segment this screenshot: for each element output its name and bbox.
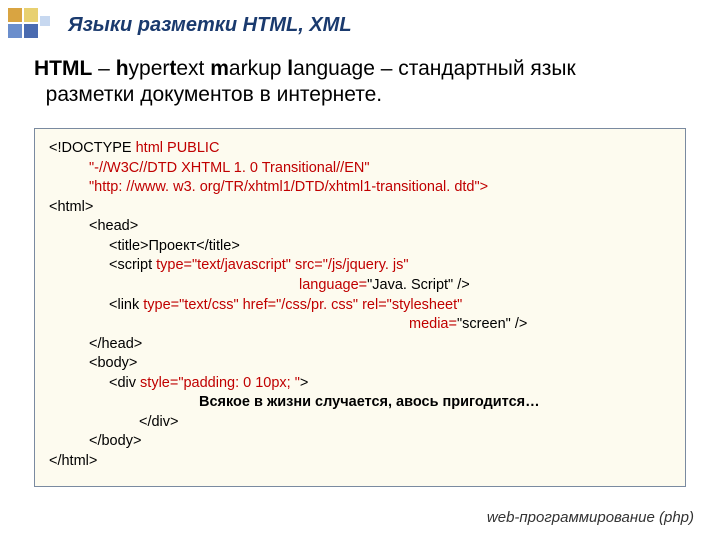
code-script-attrs: type="text/javascript" src="/js/jquery. … bbox=[156, 257, 408, 273]
code-link: <link bbox=[109, 297, 143, 313]
code-link-attrs: type="text/css" href="/css/pr. css" rel=… bbox=[143, 297, 462, 313]
intro-anguage: anguage – стандартный язык bbox=[293, 57, 576, 80]
footer-text: web-программирование (php) bbox=[487, 509, 694, 526]
code-div-style: style="padding: 0 10px; " bbox=[140, 375, 300, 391]
code-line: <link type="text/css" href="/css/pr. css… bbox=[49, 296, 671, 316]
intro-line2: разметки документов в интернете. bbox=[46, 83, 382, 106]
code-line: <title>Проект</title> bbox=[49, 237, 671, 257]
code-line: </head> bbox=[49, 335, 671, 355]
code-line: </body> bbox=[49, 432, 671, 452]
intro-yper: yper bbox=[129, 57, 170, 80]
code-div-close: > bbox=[300, 375, 308, 391]
code-line: <body> bbox=[49, 354, 671, 374]
code-line: "-//W3C//DTD XHTML 1. 0 Transitional//EN… bbox=[49, 159, 671, 179]
intro-dash: – bbox=[92, 57, 115, 80]
code-doctype: <!DOCTYPE bbox=[49, 140, 132, 156]
intro-text: HTML – hypertext markup language – станд… bbox=[34, 56, 686, 109]
code-lang-val: "Java. Script" /> bbox=[367, 277, 470, 293]
intro-m: m bbox=[210, 57, 229, 80]
code-line: </div> bbox=[49, 413, 671, 433]
code-line: Всякое в жизни случается, авось пригодит… bbox=[49, 393, 671, 413]
slide-title: Языки разметки HTML, XML bbox=[68, 14, 352, 37]
code-script: <script bbox=[109, 257, 156, 273]
code-div: <div bbox=[109, 375, 140, 391]
code-line: "http: //www. w3. org/TR/xhtml1/DTD/xhtm… bbox=[49, 178, 671, 198]
code-line: <div style="padding: 0 10px; "> bbox=[49, 374, 671, 394]
intro-ext: ext bbox=[176, 57, 210, 80]
code-lang-attr: language= bbox=[299, 277, 367, 293]
code-media-val: "screen" /> bbox=[457, 316, 527, 332]
code-line: <!DOCTYPE html PUBLIC bbox=[49, 139, 671, 159]
intro-h: h bbox=[116, 57, 129, 80]
code-line: <head> bbox=[49, 217, 671, 237]
code-line: <script type="text/javascript" src="/js/… bbox=[49, 256, 671, 276]
code-line: <html> bbox=[49, 198, 671, 218]
code-line: media="screen" /> bbox=[49, 315, 671, 335]
code-doctype-attrs: html PUBLIC bbox=[132, 140, 220, 156]
code-media-attr: media= bbox=[409, 316, 457, 332]
code-box: <!DOCTYPE html PUBLIC "-//W3C//DTD XHTML… bbox=[34, 128, 686, 487]
code-line: </html> bbox=[49, 452, 671, 472]
corner-logo bbox=[8, 8, 56, 48]
intro-arkup: arkup bbox=[229, 57, 287, 80]
code-line: language="Java. Script" /> bbox=[49, 276, 671, 296]
intro-html: HTML bbox=[34, 57, 92, 80]
